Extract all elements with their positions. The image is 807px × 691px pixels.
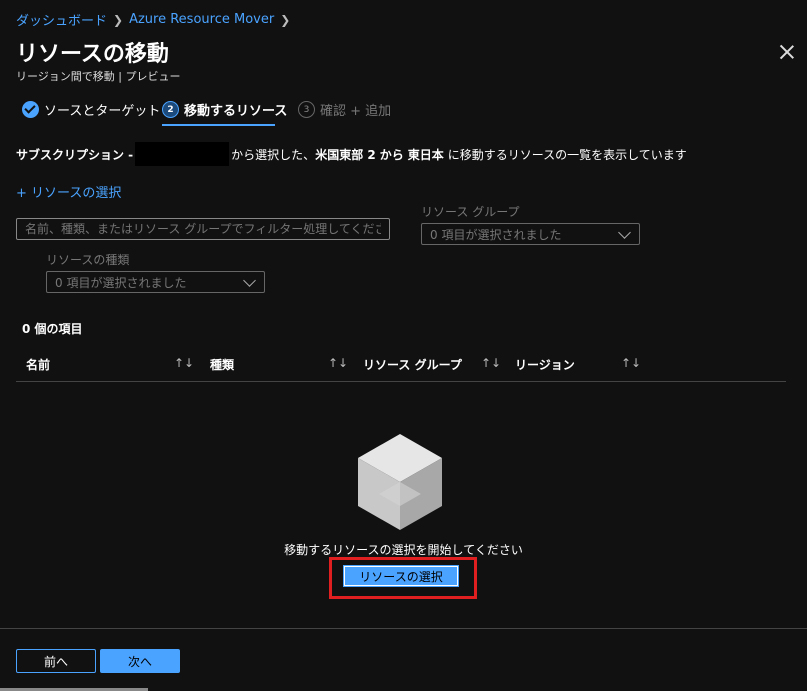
redacted-subscription — [135, 142, 230, 166]
page-title: リソースの移動 — [16, 42, 169, 67]
previous-button[interactable]: 前へ — [16, 649, 96, 673]
active-step-indicator — [162, 124, 275, 126]
sort-icon[interactable]: ↑↓ — [481, 356, 501, 370]
step-number-badge: 3 — [298, 101, 315, 118]
column-header-name[interactable]: 名前 — [26, 356, 50, 373]
filter-search-input[interactable] — [16, 218, 390, 240]
sort-icon[interactable]: ↑↓ — [328, 356, 348, 370]
breadcrumb-dashboard-link[interactable]: ダッシュボード — [16, 10, 107, 29]
next-button[interactable]: 次へ — [100, 649, 180, 673]
step-number-badge: 2 — [162, 101, 179, 118]
empty-state-message: 移動するリソースの選択を開始してください — [284, 543, 523, 557]
resource-type-dropdown[interactable]: 0 項目が選択されました — [46, 271, 265, 293]
resource-group-dropdown[interactable]: 0 項目が選択されました — [421, 223, 640, 245]
check-circle-icon — [22, 101, 39, 118]
from-word: から — [379, 147, 404, 162]
resource-group-value: 0 項目が選択されました — [430, 227, 562, 242]
add-resources-link[interactable]: + リソースの選択 — [16, 182, 121, 201]
step-review-add: 3 確認 + 追加 — [298, 100, 391, 119]
table-header-divider — [16, 381, 786, 382]
step-label: 確認 + 追加 — [320, 104, 392, 119]
breadcrumb-chevron-icon: ❯ — [280, 12, 291, 27]
subscription-prefix: サブスクリプション - — [16, 147, 134, 162]
subscription-suffix: に移動するリソースの一覧を表示しています — [447, 147, 687, 162]
close-icon[interactable] — [778, 43, 796, 61]
sort-icon[interactable]: ↑↓ — [174, 356, 194, 370]
step-label: 移動するリソース — [184, 104, 288, 119]
subscription-middle: から選択した、 — [231, 147, 316, 162]
column-header-region[interactable]: リージョン — [515, 356, 575, 373]
step-source-target[interactable]: ソースとターゲット — [22, 100, 160, 119]
subscription-description: サブスクリプション - から選択した、 米国東部 2 から 東日本 に移動するリ… — [16, 142, 687, 166]
cube-icon — [358, 434, 442, 530]
resource-type-label: リソースの種類 — [46, 253, 130, 267]
breadcrumb-chevron-icon: ❯ — [113, 12, 124, 27]
highlight-box — [329, 557, 477, 599]
breadcrumb: ダッシュボード ❯ Azure Resource Mover ❯ — [16, 10, 290, 29]
step-resources-to-move[interactable]: 2 移動するリソース — [162, 100, 287, 119]
resource-type-value: 0 項目が選択されました — [55, 275, 187, 290]
footer-divider — [0, 628, 807, 629]
chevron-down-icon — [618, 225, 631, 239]
breadcrumb-resource-mover-link[interactable]: Azure Resource Mover — [129, 12, 274, 27]
item-count: 0 個の項目 — [22, 322, 83, 336]
page-subtitle: リージョン間で移動 | プレビュー — [16, 70, 181, 83]
column-header-resource-group[interactable]: リソース グループ — [363, 356, 462, 373]
source-region: 米国東部 2 — [315, 147, 376, 162]
sort-icon[interactable]: ↑↓ — [621, 356, 641, 370]
target-region: 東日本 — [407, 147, 444, 162]
resource-group-label: リソース グループ — [421, 205, 520, 219]
column-header-type[interactable]: 種類 — [210, 356, 234, 373]
step-label: ソースとターゲット — [44, 104, 161, 119]
chevron-down-icon — [243, 273, 256, 287]
